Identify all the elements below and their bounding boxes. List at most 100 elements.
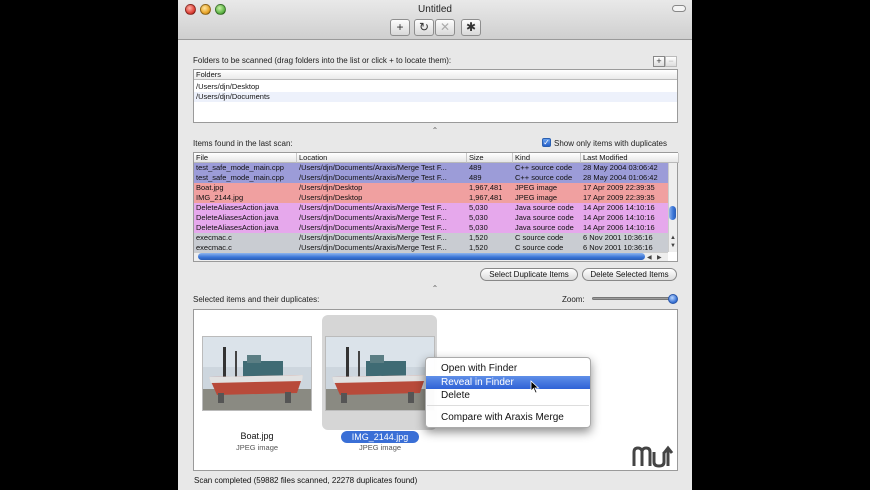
column-header-location[interactable]: Location xyxy=(297,153,467,163)
items-vertical-scroll-thumb[interactable] xyxy=(669,206,676,220)
preview-label: Selected items and their duplicates: xyxy=(193,295,320,304)
menu-item-compare-with-araxis-merge[interactable]: Compare with Araxis Merge xyxy=(426,411,590,424)
table-cell-modified: 28 May 2004 01:06:42 xyxy=(583,173,658,182)
table-cell-kind: Java source code xyxy=(515,203,574,212)
thumbnail-img-2144-image[interactable] xyxy=(325,336,435,411)
close-icon: ✕ xyxy=(439,20,451,34)
gear-icon: ✱ xyxy=(465,20,477,34)
folder-row[interactable]: /Users/djn/Desktop xyxy=(194,82,677,92)
column-header-kind[interactable]: Kind xyxy=(513,153,581,163)
plus-icon: + xyxy=(396,20,404,34)
title-bar: Untitled + ↻ ✕ ✱ xyxy=(178,0,692,40)
settings-button[interactable]: ✱ xyxy=(461,19,481,36)
zoom-slider-knob[interactable] xyxy=(668,294,678,304)
table-row[interactable]: DeleteAliasesAction.java/Users/djn/Docum… xyxy=(194,203,668,213)
table-cell-location: /Users/djn/Documents/Araxis/Merge Test F… xyxy=(299,163,447,172)
delete-selected-items-button[interactable]: Delete Selected Items xyxy=(582,268,677,281)
table-cell-location: /Users/djn/Documents/Araxis/Merge Test F… xyxy=(299,233,447,242)
table-row[interactable]: execmac.c/Users/djn/Documents/Araxis/Mer… xyxy=(194,233,668,243)
folders-label: Folders to be scanned (drag folders into… xyxy=(193,56,452,65)
table-cell-kind: Java source code xyxy=(515,223,574,232)
table-cell-file: test_safe_mode_main.cpp xyxy=(196,173,284,182)
boat-photo xyxy=(203,337,311,410)
items-horizontal-scroll-thumb[interactable] xyxy=(198,253,645,260)
scroll-up-icon[interactable]: ▲ xyxy=(670,235,676,241)
table-cell-modified: 14 Apr 2006 14:10:16 xyxy=(583,203,655,212)
table-row[interactable]: IMG_2144.jpg/Users/djn/Desktop 1,967,481 J… xyxy=(194,193,668,203)
column-header-file[interactable]: File xyxy=(194,153,297,163)
table-cell-location: /Users/djn/Documents/Araxis/Merge Test F… xyxy=(299,223,447,232)
table-cell-location: /Users/djn/Documents/Araxis/Merge Test F… xyxy=(299,173,447,182)
remove-folder-mini-button[interactable]: − xyxy=(665,56,677,67)
brand-logo-icon xyxy=(632,445,674,468)
boat-photo xyxy=(326,337,434,410)
items-horizontal-scrollbar[interactable]: ◀ ▶ xyxy=(194,252,668,261)
folder-row[interactable]: /Users/djn/Documents xyxy=(194,92,677,102)
table-cell-kind: C source code xyxy=(515,233,564,242)
window-title: Untitled xyxy=(418,4,452,15)
mouse-cursor-icon xyxy=(530,380,540,394)
folders-column-header: Folders xyxy=(196,70,222,79)
table-cell-file: Boat.jpg xyxy=(196,183,224,192)
stop-button[interactable]: ✕ xyxy=(435,19,455,36)
items-table[interactable]: File Location Size Kind Last Modified te… xyxy=(193,152,679,262)
add-folder-mini-button[interactable]: + xyxy=(653,56,665,67)
table-cell-location: /Users/djn/Documents/Araxis/Merge Test F… xyxy=(299,203,447,212)
table-cell-modified: 14 Apr 2006 14:10:16 xyxy=(583,223,655,232)
thumbnail-boat-image[interactable] xyxy=(202,336,312,411)
table-cell-size: 489 xyxy=(469,173,482,182)
folders-list[interactable]: Folders /Users/djn/Desktop /Users/djn/Do… xyxy=(193,69,678,123)
column-header-last-modified[interactable]: Last Modified xyxy=(581,153,679,163)
scroll-down-icon[interactable]: ▼ xyxy=(670,243,676,249)
table-cell-file: test_safe_mode_main.cpp xyxy=(196,163,284,172)
table-cell-size: 1,967,481 xyxy=(469,183,503,192)
table-cell-location: /Users/djn/Desktop xyxy=(299,183,363,192)
table-cell-size: 489 xyxy=(469,163,482,172)
add-folder-button[interactable]: + xyxy=(390,19,410,36)
table-cell-kind: C++ source code xyxy=(515,163,573,172)
table-cell-file: DeleteAliasesAction.java xyxy=(196,213,279,222)
table-cell-kind: JPEG image xyxy=(515,183,558,192)
thumbnail-kind: JPEG image xyxy=(235,443,279,452)
menu-item-open-with-finder[interactable]: Open with Finder xyxy=(426,362,590,375)
context-menu[interactable]: Open with Finder Reveal in Finder Delete… xyxy=(425,357,591,428)
items-vertical-scrollbar[interactable]: ▲ ▼ xyxy=(668,163,677,252)
table-cell-size: 1,520 xyxy=(469,233,488,242)
menu-separator xyxy=(427,405,589,406)
table-cell-size: 5,030 xyxy=(469,203,488,212)
toolbar-toggle-button[interactable] xyxy=(672,5,686,12)
thumbnail-kind: JPEG image xyxy=(358,443,402,452)
table-cell-size: 1,967,481 xyxy=(469,193,503,202)
scroll-right-icon[interactable]: ▶ xyxy=(657,254,662,261)
menu-item-reveal-in-finder[interactable]: Reveal in Finder xyxy=(426,376,590,389)
rescan-button[interactable]: ↻ xyxy=(414,19,434,36)
table-cell-file: execmac.c xyxy=(196,233,232,242)
table-cell-kind: JPEG image xyxy=(515,193,558,202)
table-cell-modified: 14 Apr 2006 14:10:16 xyxy=(583,213,655,222)
table-cell-location: /Users/djn/Documents/Araxis/Merge Test F… xyxy=(299,213,447,222)
menu-item-delete[interactable]: Delete xyxy=(426,389,590,402)
scroll-left-icon[interactable]: ◀ xyxy=(647,254,652,261)
zoom-slider[interactable] xyxy=(592,297,676,300)
zoom-label: Zoom: xyxy=(562,295,585,304)
table-cell-modified: 17 Apr 2009 22:39:35 xyxy=(583,193,655,202)
show-duplicates-label: Show only items with duplicates xyxy=(554,139,667,148)
table-cell-file: DeleteAliasesAction.java xyxy=(196,223,279,232)
folders-list-header: Folders xyxy=(194,70,677,80)
column-header-size[interactable]: Size xyxy=(467,153,513,163)
thumbnail-caption: Boat.jpg xyxy=(240,431,274,441)
select-duplicate-items-button[interactable]: Select Duplicate Items xyxy=(480,268,578,281)
split-view-grip-icon[interactable]: ⌃ xyxy=(425,126,445,135)
table-row[interactable]: DeleteAliasesAction.java/Users/djn/Docum… xyxy=(194,213,668,223)
table-cell-location: /Users/djn/Desktop xyxy=(299,193,363,202)
show-duplicates-checkbox[interactable]: ✓ xyxy=(542,138,551,147)
table-cell-kind: Java source code xyxy=(515,213,574,222)
table-row[interactable]: test_safe_mode_main.cpp/Users/djn/Docume… xyxy=(194,173,668,183)
table-cell-modified: 17 Apr 2009 22:39:35 xyxy=(583,183,655,192)
table-cell-size: 5,030 xyxy=(469,213,488,222)
thumbnail-caption-selected[interactable]: IMG_2144.jpg xyxy=(341,431,419,443)
table-row[interactable]: DeleteAliasesAction.java/Users/djn/Docum… xyxy=(194,223,668,233)
split-view-grip-icon[interactable]: ⌃ xyxy=(425,284,445,293)
table-row[interactable]: test_safe_mode_main.cpp/Users/djn/Docume… xyxy=(194,163,668,173)
table-row[interactable]: Boat.jpg/Users/djn/Desktop 1,967,481 JPEG … xyxy=(194,183,668,193)
